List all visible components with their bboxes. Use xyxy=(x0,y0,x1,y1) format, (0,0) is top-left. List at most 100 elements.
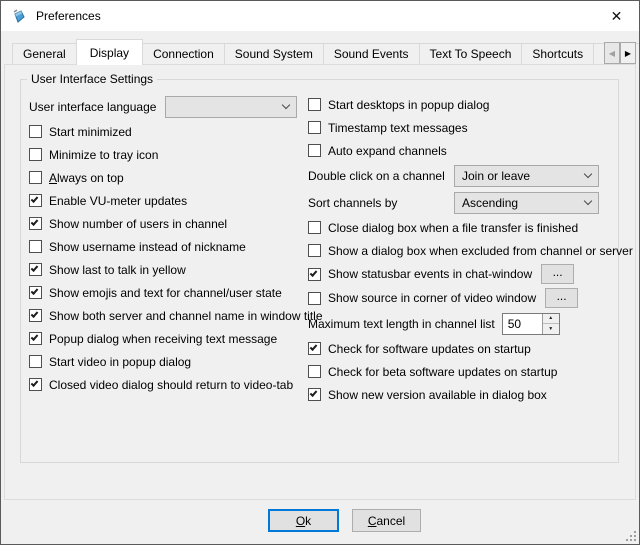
checkbox-row: Popup dialog when receiving text message xyxy=(29,327,305,350)
checkbox-label[interactable]: Show a dialog box when excluded from cha… xyxy=(328,244,633,258)
left-column: User interface language Start minimized … xyxy=(29,93,305,396)
check-icon xyxy=(31,287,39,295)
checkbox-check-updates[interactable] xyxy=(308,342,321,355)
checkbox-close-dialog-file-transfer[interactable] xyxy=(308,221,321,234)
double-click-combobox[interactable]: Join or leave xyxy=(454,165,599,187)
checkbox-start-minimized[interactable] xyxy=(29,125,42,138)
checkbox-start-desktops-popup[interactable] xyxy=(308,98,321,111)
resize-grip[interactable] xyxy=(623,528,637,542)
checkbox-show-user-count[interactable] xyxy=(29,217,42,230)
checkbox-statusbar-events[interactable] xyxy=(308,268,321,281)
check-icon xyxy=(31,264,39,272)
checkbox-closed-video-return[interactable] xyxy=(29,378,42,391)
checkbox-show-emojis[interactable] xyxy=(29,286,42,299)
language-combobox[interactable] xyxy=(165,96,297,118)
chevron-left-icon: ◀ xyxy=(609,49,615,58)
checkbox-minimize-to-tray[interactable] xyxy=(29,148,42,161)
checkbox-show-username[interactable] xyxy=(29,240,42,253)
close-button[interactable]: ✕ xyxy=(594,1,639,31)
checkbox-row: Show last to talk in yellow xyxy=(29,258,305,281)
checkbox-check-beta-updates[interactable] xyxy=(308,365,321,378)
checkbox-label[interactable]: Minimize to tray icon xyxy=(49,148,158,162)
checkbox-label[interactable]: Start minimized xyxy=(49,125,132,139)
checkbox-label[interactable]: Start desktops in popup dialog xyxy=(328,98,489,112)
checkbox-row: Show new version available in dialog box xyxy=(308,383,620,406)
checkbox-dialog-when-excluded[interactable] xyxy=(308,244,321,257)
checkbox-label[interactable]: Show last to talk in yellow xyxy=(49,263,186,277)
tab-sound-events[interactable]: Sound Events xyxy=(323,43,420,64)
check-icon xyxy=(310,343,318,351)
tab-text-to-speech[interactable]: Text To Speech xyxy=(419,43,523,64)
checkbox-last-talk-yellow[interactable] xyxy=(29,263,42,276)
checkbox-row: Show both server and channel name in win… xyxy=(29,304,305,327)
checkbox-enable-vu-meter[interactable] xyxy=(29,194,42,207)
checkbox-row: Show source in corner of video window ..… xyxy=(308,286,620,310)
video-source-more-button[interactable]: ... xyxy=(545,288,578,308)
checkbox-label[interactable]: Show both server and channel name in win… xyxy=(49,309,323,323)
spinner-up-button[interactable]: ▲ xyxy=(543,314,559,325)
checkbox-start-video-popup[interactable] xyxy=(29,355,42,368)
group-title: User Interface Settings xyxy=(27,72,157,86)
tab-connection[interactable]: Connection xyxy=(142,43,225,64)
arrow-up-icon: ▲ xyxy=(548,315,553,321)
tab-display[interactable]: Display xyxy=(76,39,143,65)
ellipsis-label: ... xyxy=(557,290,567,302)
max-text-length-spinner[interactable]: 50 ▲ ▼ xyxy=(502,313,560,335)
checkbox-label[interactable]: Show new version available in dialog box xyxy=(328,388,547,402)
checkbox-always-on-top[interactable] xyxy=(29,171,42,184)
arrow-down-icon: ▼ xyxy=(548,326,553,332)
checkbox-video-source-corner[interactable] xyxy=(308,292,321,305)
checkbox-label[interactable]: Enable VU-meter updates xyxy=(49,194,187,208)
check-icon xyxy=(31,195,39,203)
checkbox-label[interactable]: Show number of users in channel xyxy=(49,217,227,231)
tab-bar: General Display Connection Sound System … xyxy=(1,38,639,64)
max-text-length-row: Maximum text length in channel list 50 ▲… xyxy=(308,310,620,337)
checkbox-row: Enable VU-meter updates xyxy=(29,189,305,212)
tab-general[interactable]: General xyxy=(12,43,77,64)
checkbox-row: Start minimized xyxy=(29,120,305,143)
cancel-button[interactable]: Cancel xyxy=(352,509,421,532)
statusbar-events-more-button[interactable]: ... xyxy=(541,264,574,284)
double-click-row: Double click on a channel Join or leave xyxy=(308,162,620,189)
dialog-footer: Ok Cancel xyxy=(1,499,639,544)
spinner-down-button[interactable]: ▼ xyxy=(543,324,559,334)
checkbox-label[interactable]: Show emojis and text for channel/user st… xyxy=(49,286,282,300)
right-column: Start desktops in popup dialog Timestamp… xyxy=(308,93,620,406)
tab-scroll-right-button[interactable]: ▶ xyxy=(620,42,636,64)
checkbox-label[interactable]: Timestamp text messages xyxy=(328,121,468,135)
checkbox-label[interactable]: Check for software updates on startup xyxy=(328,342,531,356)
checkbox-label[interactable]: Close dialog box when a file transfer is… xyxy=(328,221,578,235)
sort-channels-label: Sort channels by xyxy=(308,196,454,210)
checkbox-label[interactable]: Check for beta software updates on start… xyxy=(328,365,557,379)
user-interface-settings-group: User Interface Settings User interface l… xyxy=(20,79,619,463)
checkbox-popup-text-message[interactable] xyxy=(29,332,42,345)
window-title: Preferences xyxy=(36,9,101,23)
checkbox-row: Always on top xyxy=(29,166,305,189)
ok-button[interactable]: Ok xyxy=(268,509,339,532)
chevron-down-icon xyxy=(282,100,290,108)
checkbox-show-new-version[interactable] xyxy=(308,388,321,401)
checkbox-row: Start video in popup dialog xyxy=(29,350,305,373)
chevron-down-icon xyxy=(584,196,592,204)
checkbox-label[interactable]: Closed video dialog should return to vid… xyxy=(49,378,293,392)
sort-channels-combobox[interactable]: Ascending xyxy=(454,192,599,214)
checkbox-auto-expand-channels[interactable] xyxy=(308,144,321,157)
ok-label: Ok xyxy=(296,514,311,528)
cancel-label: Cancel xyxy=(368,514,405,528)
tab-sound-system[interactable]: Sound System xyxy=(224,43,324,64)
checkbox-label[interactable]: Show source in corner of video window xyxy=(328,291,536,305)
checkbox-timestamp-messages[interactable] xyxy=(308,121,321,134)
check-icon xyxy=(31,379,39,387)
checkbox-label[interactable]: Start video in popup dialog xyxy=(49,355,191,369)
checkbox-label[interactable]: Popup dialog when receiving text message xyxy=(49,332,277,346)
checkbox-row: Close dialog box when a file transfer is… xyxy=(308,216,620,239)
tab-shortcuts[interactable]: Shortcuts xyxy=(521,43,594,64)
sort-channels-row: Sort channels by Ascending xyxy=(308,189,620,216)
checkbox-label[interactable]: Always on top xyxy=(49,171,124,185)
checkbox-label[interactable]: Show username instead of nickname xyxy=(49,240,246,254)
checkbox-label[interactable]: Show statusbar events in chat-window xyxy=(328,267,532,281)
preferences-dialog: Preferences ✕ General Display Connection… xyxy=(0,0,640,545)
tab-scroll-left-button[interactable]: ◀ xyxy=(604,42,620,64)
checkbox-label[interactable]: Auto expand channels xyxy=(328,144,447,158)
checkbox-server-channel-in-title[interactable] xyxy=(29,309,42,322)
